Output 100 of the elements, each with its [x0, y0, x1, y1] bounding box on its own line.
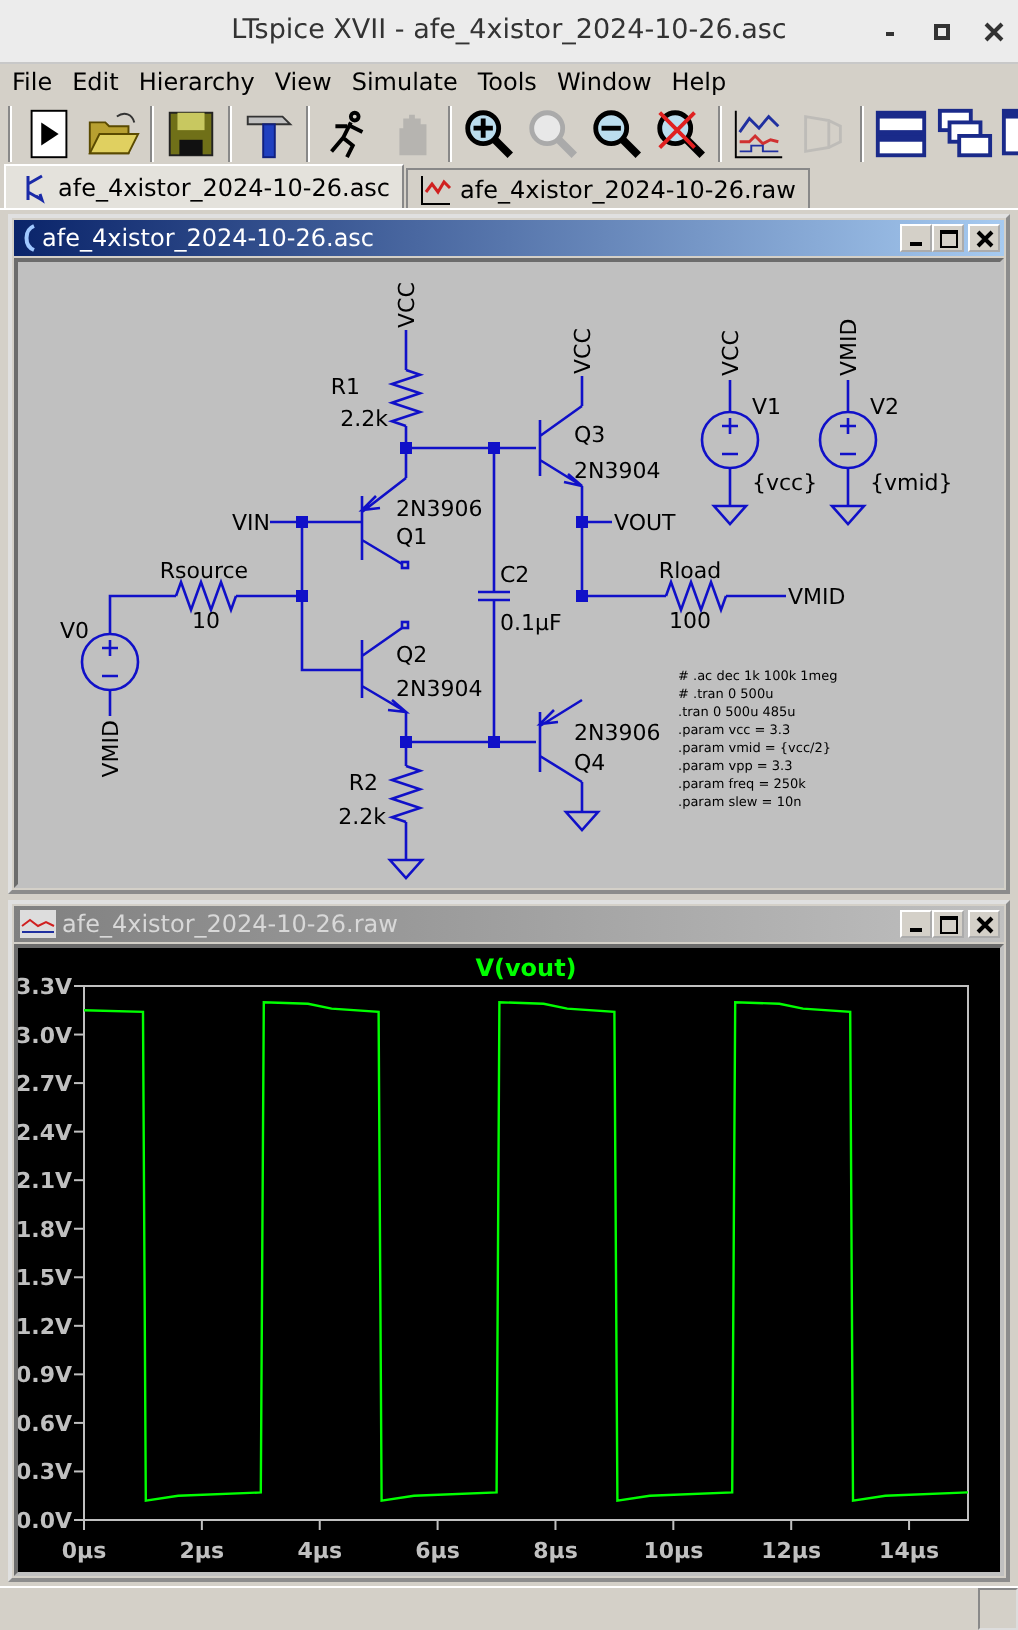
resistor-symbol: [387, 369, 425, 429]
document-tab[interactable]: afe_4xistor_2024-10-26.asc: [4, 164, 405, 209]
x-tick-label: 0µs: [61, 1538, 107, 1565]
component-value: 2N3904: [396, 676, 483, 703]
component-label: V1: [752, 394, 782, 421]
component-value: 2N3906: [396, 496, 483, 523]
x-tick-label: 10µs: [643, 1538, 704, 1565]
voltage-source-symbol: [818, 411, 878, 471]
component-value: 100: [669, 608, 711, 635]
component-value: 2.2k: [340, 406, 388, 433]
window-title: afe_4xistor_2024-10-26.asc: [42, 224, 377, 253]
y-tick-label: 1.2V: [18, 1314, 72, 1341]
minimize-icon: [910, 242, 922, 247]
x-tick: [318, 1519, 321, 1532]
menu-item[interactable]: Edit: [68, 68, 131, 97]
maximize-icon: [939, 915, 957, 934]
menu-item[interactable]: View: [270, 68, 344, 97]
y-tick: [73, 1131, 85, 1134]
y-tick: [73, 1325, 85, 1328]
y-tick-label: 1.5V: [18, 1266, 72, 1293]
component-value: {vmid}: [870, 470, 953, 497]
resistor-symbol: [174, 578, 238, 615]
x-tick: [908, 1519, 911, 1532]
component-value: 10: [192, 608, 220, 635]
y-tick: [73, 1228, 85, 1231]
component-label: V2: [870, 394, 900, 421]
document-tab[interactable]: afe_4xistor_2024-10-26.raw: [406, 168, 810, 209]
menu-item[interactable]: Window: [552, 68, 664, 97]
component-label: Q1: [396, 524, 428, 551]
component-label: Q4: [574, 750, 606, 777]
x-tick: [672, 1519, 675, 1532]
resistor-symbol: [387, 765, 425, 825]
component-label: R2: [348, 770, 378, 797]
x-tick: [436, 1519, 439, 1532]
minimize-icon: [910, 928, 922, 933]
maximize-button[interactable]: [932, 910, 964, 939]
net-label: VCC: [570, 329, 596, 375]
ground-symbol: [387, 859, 425, 881]
y-tick: [73, 1519, 85, 1522]
menu-item[interactable]: Tools: [473, 68, 549, 97]
menu-item[interactable]: Hierarchy: [134, 68, 267, 97]
x-tick-label: 12µs: [761, 1538, 822, 1565]
menu-item[interactable]: Help: [667, 68, 739, 97]
component-label: R1: [330, 374, 360, 401]
x-tick: [790, 1519, 793, 1532]
maximize-icon: [932, 22, 952, 42]
close-button[interactable]: [968, 224, 1000, 253]
net-label: VCC: [718, 331, 744, 377]
close-button[interactable]: [968, 910, 1000, 939]
close-icon: [975, 915, 993, 934]
y-tick: [73, 1082, 85, 1085]
net-label: VMID: [98, 720, 124, 779]
minimize-button[interactable]: [900, 224, 932, 253]
ground-symbol: [829, 505, 867, 527]
voltage-source-symbol: [700, 411, 760, 471]
x-tick-label: 6µs: [415, 1538, 460, 1565]
net-label: VIN: [232, 510, 270, 537]
y-tick: [73, 1180, 85, 1182]
net-label: VCC: [394, 283, 420, 329]
y-tick: [73, 1034, 85, 1037]
close-icon: [975, 229, 993, 248]
y-tick: [73, 1374, 85, 1377]
y-tick-label: 1.8V: [18, 1217, 72, 1244]
y-tick-label: 2.1V: [18, 1169, 72, 1195]
capacitor-symbol: [476, 591, 512, 603]
y-tick-label: 2.7V: [18, 1071, 72, 1098]
net-label: VOUT: [614, 510, 676, 537]
trace-label[interactable]: V(vout): [475, 954, 577, 983]
component-label: Q3: [574, 422, 606, 449]
component-value: 2N3904: [574, 458, 661, 485]
resistor-symbol: [664, 578, 728, 615]
menu-item[interactable]: File: [8, 68, 65, 97]
minimize-button[interactable]: [900, 910, 932, 939]
x-tick: [554, 1519, 557, 1532]
x-tick: [200, 1519, 203, 1532]
component-label: C2: [500, 562, 530, 589]
component-value: 0.1µF: [500, 610, 562, 637]
x-tick-label: 4µs: [297, 1538, 343, 1565]
component-label: Q2: [396, 642, 428, 669]
maximize-icon: [939, 229, 957, 248]
x-tick-label: 8µs: [533, 1538, 578, 1565]
component-label: V0: [60, 618, 90, 645]
ground-symbol: [563, 811, 601, 833]
component-value: 2.2k: [338, 804, 386, 831]
schematic-window-icon: [20, 224, 36, 253]
x-tick-label: 2µs: [179, 1538, 225, 1565]
waveform-icon: [420, 173, 453, 206]
maximize-button[interactable]: [932, 224, 964, 253]
ground-symbol: [711, 505, 749, 527]
y-tick-label: 2.4V: [18, 1120, 72, 1147]
component-label: Rsource: [159, 558, 249, 585]
close-icon: [984, 22, 1004, 42]
component-value: 2N3906: [574, 720, 661, 747]
menu-item[interactable]: Simulate: [347, 68, 470, 97]
net-label: VMID: [836, 319, 862, 377]
x-tick: [83, 1519, 85, 1532]
y-tick: [73, 1471, 85, 1474]
component-label: Rload: [658, 558, 722, 585]
y-tick: [73, 1277, 85, 1280]
y-tick-label: 3.3V: [18, 974, 72, 1001]
